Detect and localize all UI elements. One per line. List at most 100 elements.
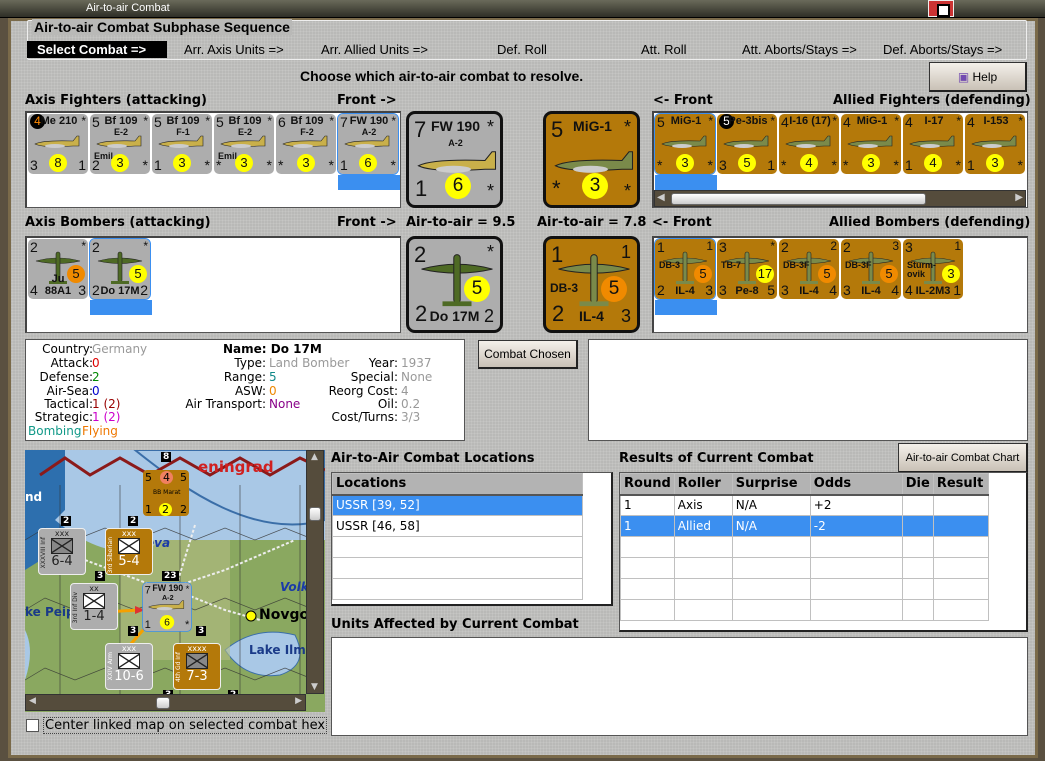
- results-row[interactable]: [620, 578, 989, 600]
- allied-bomber-counter[interactable]: 3 * TB-7 Pe-8 3 5 17: [717, 239, 777, 299]
- linked-map[interactable]: eningrad eva Volk ke Peip Novgo Lake Ilm…: [25, 450, 325, 712]
- axis-fighter-counter[interactable]: 4 * Me 210 3 1 8: [28, 114, 88, 174]
- results-column-header[interactable]: Surprise: [731, 473, 811, 496]
- help-button[interactable]: ▣ Help: [929, 62, 1027, 92]
- allied-fighter-counter[interactable]: 4 * I-17 1 * 4: [903, 114, 963, 174]
- map-unit-counter[interactable]: xxxx 7-3 4th Gd Inf: [173, 643, 221, 690]
- locations-header[interactable]: Locations: [332, 473, 583, 496]
- allied-fighter-counter[interactable]: 4 * I-16 (17) * * 4: [779, 114, 839, 174]
- selection-indicator: [90, 300, 152, 315]
- map-vertical-scrollbar[interactable]: ▲ ▼: [306, 450, 324, 694]
- scroll-right-icon[interactable]: ▶: [295, 696, 302, 706]
- allied-bomber-counter[interactable]: 1 1 DB-3 IL-4 2 3 5: [654, 238, 716, 300]
- axis-fighter-counter[interactable]: 6 * Bf 109 F-2 * * 3: [276, 114, 336, 174]
- aircraft-name: I-16 (17): [789, 115, 831, 127]
- center-map-checkbox[interactable]: [26, 719, 39, 732]
- scroll-left-icon[interactable]: ◀: [29, 696, 36, 706]
- axis-fighter-counter[interactable]: 5 * Bf 109 E-2 Emil * * 3: [214, 114, 274, 174]
- location-row[interactable]: [332, 557, 583, 579]
- allied-bomber-counter[interactable]: 2 2 DB-3F IL-4 3 4 5: [779, 239, 839, 299]
- strategic-value: 1 (2): [92, 410, 121, 424]
- results-column-header[interactable]: Round: [620, 473, 675, 496]
- location-cell[interactable]: [332, 578, 583, 600]
- scroll-down-icon[interactable]: ▼: [311, 682, 318, 692]
- location-row[interactable]: [332, 536, 583, 558]
- scroll-right-icon[interactable]: ▶: [1015, 192, 1023, 203]
- map-fighter-counter[interactable]: 7 * FW 190 A-2 1 * 6: [142, 582, 192, 632]
- stack-count-badge: 2: [128, 516, 139, 526]
- location-row[interactable]: [332, 578, 583, 600]
- results-row[interactable]: [620, 557, 989, 579]
- active-axis-fighter[interactable]: 7 * FW 190 A-2 1 * 6: [406, 111, 503, 208]
- allied-bomber-counter[interactable]: 3 1 Sturm-ovik IL-2M3 4 1 3: [903, 239, 963, 299]
- allied-fighter-counter[interactable]: 5 * MiG-1 * * 3: [654, 113, 716, 175]
- sequence-step: Att. Aborts/Stays =>: [742, 42, 857, 57]
- locations-title: Air-to-Air Combat Locations: [331, 451, 535, 466]
- counter-bottom-right: 2: [140, 282, 148, 298]
- unit-designation: 3rd Inf Div: [72, 592, 79, 624]
- allied-fighter-counter[interactable]: 4 * I-153 1 * 3: [965, 114, 1025, 174]
- air-to-air-combat-chart-button[interactable]: Air-to-air Combat Chart: [898, 443, 1028, 473]
- title-bar[interactable]: Air-to-air Combat: [0, 0, 1045, 18]
- location-row[interactable]: USSR [39, 52]: [332, 494, 583, 516]
- location-row[interactable]: USSR [46, 58]: [332, 515, 583, 537]
- allied-bombers-list[interactable]: 1 1 DB-3 IL-4 2 3 5 3 * TB-7 Pe-8 3 5 17 2 2 DB-3F IL-4 3 4…: [652, 236, 1028, 333]
- h-scroll-thumb[interactable]: [156, 697, 170, 709]
- counter-top-right: *: [770, 114, 775, 128]
- active-axis-bomber[interactable]: 2 * Do 17M 2 2 5: [406, 236, 503, 333]
- results-row[interactable]: [620, 599, 989, 621]
- axis-fighter-counter[interactable]: 5 * Bf 109 F-1 1 * 3: [152, 114, 212, 174]
- scroll-left-icon[interactable]: ◀: [657, 192, 665, 203]
- allied-fighter-counter[interactable]: 4 * MiG-1 * * 3: [841, 114, 901, 174]
- scroll-thumb[interactable]: [671, 193, 926, 205]
- axis-fighter-counter[interactable]: 7 * FW 190 A-2 1 * 6: [337, 113, 399, 175]
- v-scroll-thumb[interactable]: [309, 507, 321, 521]
- results-row[interactable]: [620, 536, 989, 558]
- active-allied-fighter[interactable]: 5 * MiG-1 * * 3: [543, 111, 640, 208]
- range-value: 5: [269, 370, 277, 384]
- map-unit-counter[interactable]: xxx 10-6 XXIV Arm: [105, 643, 153, 690]
- map-horizontal-scrollbar[interactable]: ◀ ▶: [25, 694, 306, 711]
- allied-fighters-scrollbar[interactable]: ◀ ▶: [654, 190, 1026, 207]
- scroll-up-icon[interactable]: ▲: [311, 452, 318, 462]
- map-ship-counter[interactable]: 5 4 5 BB Marat 1 2 2: [143, 470, 189, 516]
- allied-fighters-list[interactable]: ◀ ▶ 5 * MiG-1 * * 3 5 * Pe-3bis 3 1 5 4 * I-16 (17) * * 4…: [652, 111, 1028, 208]
- active-allied-bomber[interactable]: 1 1 DB-3 IL-4 2 3 5: [543, 236, 640, 333]
- cost-key: Cost/Turns:: [331, 410, 398, 424]
- axis-bombers-list[interactable]: 2 * Ju 88A1 4 3 5 2 * Do 17M 2 2 5: [25, 236, 401, 333]
- stack-count-badge: 8: [161, 452, 172, 462]
- axis-fighter-counter[interactable]: 5 * Bf 109 E-2 Emil 2 * 3: [90, 114, 150, 174]
- results-row[interactable]: 1 Axis N/A +2: [620, 494, 989, 516]
- results-column-header[interactable]: Result: [932, 473, 989, 496]
- axis-bomber-counter[interactable]: 2 * Do 17M 2 2 5: [89, 238, 151, 300]
- results-table-panel[interactable]: Round Roller Surprise Odds Die Result 1 Axis N/A…: [619, 472, 1028, 632]
- air-to-air-value-circle: 3: [676, 154, 694, 172]
- location-cell[interactable]: USSR [46, 58]: [332, 515, 583, 537]
- infantry-symbol-icon: [51, 538, 73, 554]
- counter-name: Me 210: [38, 116, 80, 127]
- axis-fighters-list[interactable]: 4 * Me 210 3 1 8 5 * Bf 109 E-2 Emil 2 * 3 5 * Bf 109 F-1…: [25, 111, 401, 208]
- sequence-title: Air-to-air Combat Subphase Sequence: [32, 19, 292, 35]
- location-cell[interactable]: USSR [39, 52]: [332, 494, 583, 516]
- results-column-header[interactable]: Die: [901, 473, 934, 496]
- attack-value: 0: [92, 356, 100, 370]
- country-key: Country:: [42, 342, 93, 356]
- results-column-header[interactable]: Roller: [673, 473, 733, 496]
- locations-list[interactable]: Locations USSR [39, 52] USSR [46, 58]: [331, 472, 613, 606]
- allied-bomber-counter[interactable]: 2 3 DB-3F IL-4 3 4 5: [841, 239, 901, 299]
- location-cell[interactable]: [332, 536, 583, 558]
- affected-units-panel: [331, 637, 1028, 736]
- map-unit-counter[interactable]: xxx 6-4 XXXVIII Inf: [38, 528, 86, 575]
- map-unit-counter[interactable]: xxx 5-4 3rd Siberian: [105, 528, 153, 575]
- center-map-checkbox-label[interactable]: Center linked map on selected combat hex: [43, 717, 328, 734]
- sequence-step: Select Combat =>: [27, 41, 167, 58]
- counter-note: Sturm-ovik: [907, 260, 936, 279]
- allied-fighter-counter[interactable]: 5 * Pe-3bis 3 1 5: [717, 114, 777, 174]
- map-unit-counter[interactable]: xx 1-4 3rd Inf Div: [70, 583, 118, 630]
- location-cell[interactable]: [332, 557, 583, 579]
- combat-chosen-button[interactable]: Combat Chosen: [478, 340, 578, 369]
- results-column-header[interactable]: Odds: [809, 473, 903, 496]
- results-row[interactable]: 1 Allied N/A -2: [620, 515, 989, 537]
- axis-bomber-counter[interactable]: 2 * Ju 88A1 4 3 5: [28, 239, 88, 299]
- tactical-key: Tactical:: [44, 397, 93, 411]
